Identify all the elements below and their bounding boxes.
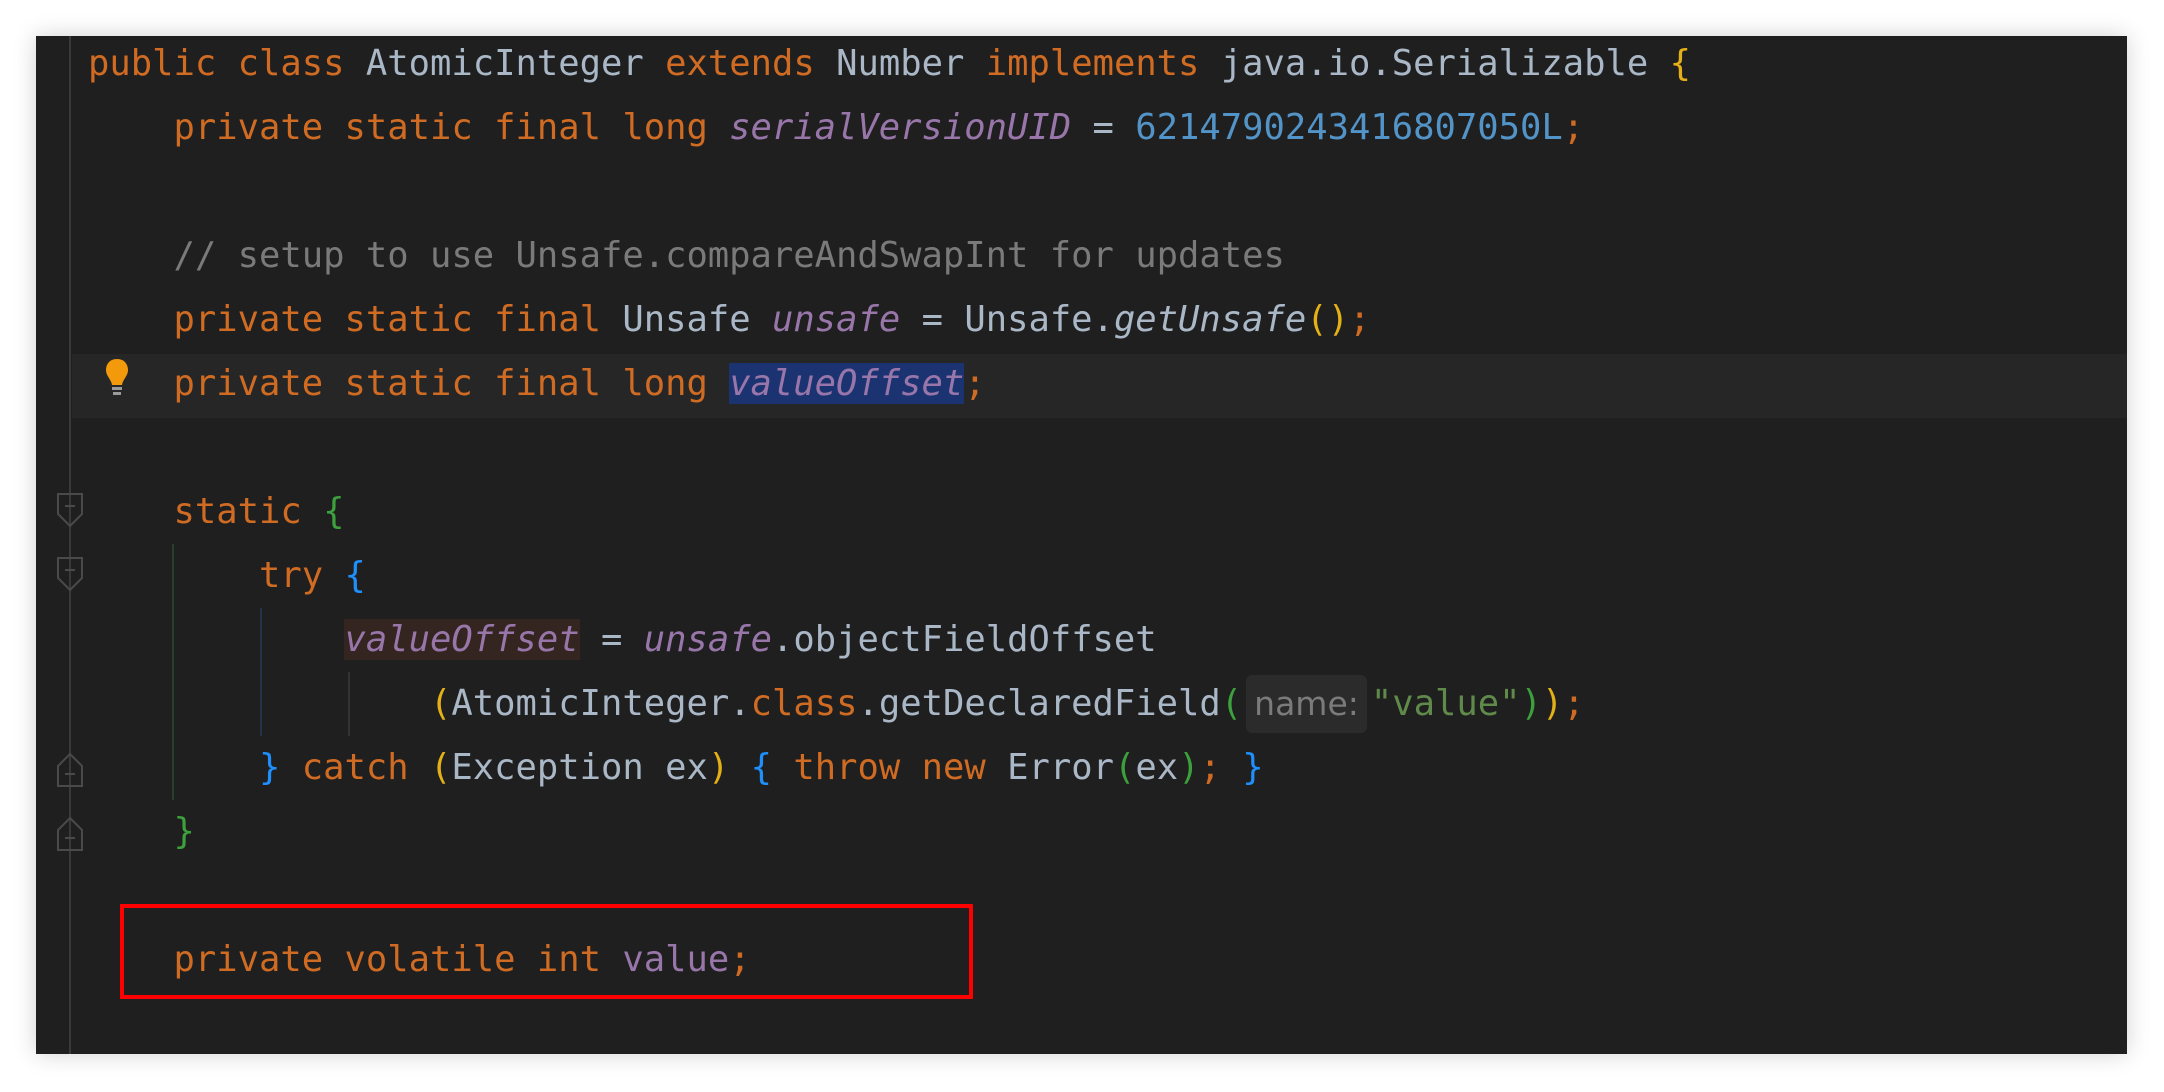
code-token: public class: [88, 43, 366, 84]
code-token: ;: [1349, 299, 1371, 340]
code-line-text: valueOffset = unsafe.objectFieldOffset: [88, 608, 1157, 672]
code-editor[interactable]: public class AtomicInteger extends Numbe…: [36, 36, 2127, 1054]
code-token: valueOffset: [729, 363, 965, 404]
code-line[interactable]: // setup to use Unsafe.compareAndSwapInt…: [36, 224, 2127, 288]
code-token: Error: [1007, 747, 1114, 788]
code-line-text: try {: [88, 544, 366, 608]
code-token: AtomicInteger.: [451, 683, 751, 724]
code-token: }: [258, 747, 281, 788]
code-token: class: [750, 683, 858, 724]
code-line[interactable]: }: [36, 800, 2127, 864]
code-token: ;: [964, 363, 986, 404]
code-token: {: [344, 555, 366, 596]
code-token: AtomicInteger: [365, 43, 666, 84]
code-line-text: private static final long valueOffset;: [88, 352, 986, 416]
code-token: static: [88, 491, 324, 532]
code-token: serialVersionUID: [729, 107, 1072, 148]
code-token: java.io.Serializable: [1220, 43, 1670, 84]
code-token: ): [1541, 683, 1564, 724]
code-token: (: [1113, 747, 1136, 788]
code-token: (: [429, 683, 452, 724]
code-token: }: [173, 811, 195, 852]
code-token: ;: [1563, 683, 1585, 724]
code-token: 6214790243416807050L: [1135, 107, 1563, 148]
code-token: ;: [1199, 747, 1243, 788]
code-token: private static final: [88, 299, 623, 340]
code-token: unsafe: [771, 299, 901, 340]
code-line-text: private static final Unsafe unsafe = Uns…: [88, 288, 1370, 352]
code-line[interactable]: [36, 416, 2127, 480]
code-token: private static final long: [88, 363, 730, 404]
code-token: .getDeclaredField: [857, 683, 1221, 724]
code-token: Unsafe: [622, 299, 772, 340]
code-token: try: [88, 555, 345, 596]
code-line[interactable]: valueOffset = unsafe.objectFieldOffset: [36, 608, 2127, 672]
code-token: Exception ex: [451, 747, 708, 788]
code-line-text: static {: [88, 480, 344, 544]
code-token: unsafe: [643, 619, 772, 660]
code-token: {: [323, 491, 345, 532]
code-token: extends: [665, 43, 837, 84]
code-line[interactable]: private static final long serialVersionU…: [36, 96, 2127, 160]
code-token: throw new: [771, 747, 1008, 788]
code-token: ;: [1562, 107, 1585, 148]
code-line[interactable]: (AtomicInteger.class.getDeclaredField(na…: [36, 672, 2127, 736]
code-line[interactable]: public class AtomicInteger extends Numbe…: [36, 32, 2127, 96]
code-token: getUnsafe: [1113, 299, 1307, 340]
code-token: {: [750, 747, 772, 788]
code-token: =: [1071, 107, 1136, 148]
code-token: implements: [985, 43, 1221, 84]
code-line[interactable]: private static final long valueOffset;: [36, 352, 2127, 416]
code-line-text: // setup to use Unsafe.compareAndSwapInt…: [88, 224, 1285, 288]
code-token: private static final long: [88, 107, 730, 148]
code-token: // setup to use Unsafe.compareAndSwapInt…: [88, 235, 1285, 276]
code-line-text: } catch (Exception ex) { throw new Error…: [88, 736, 1264, 800]
code-line[interactable]: private static final Unsafe unsafe = Uns…: [36, 288, 2127, 352]
code-token: catch: [280, 747, 430, 788]
code-line[interactable]: [36, 160, 2127, 224]
code-line[interactable]: static {: [36, 480, 2127, 544]
code-token: "value": [1370, 683, 1521, 724]
code-token: ): [1520, 683, 1542, 724]
code-token: ex: [1135, 747, 1179, 788]
code-token: }: [1242, 747, 1264, 788]
code-line-text: }: [88, 800, 195, 864]
code-token: (: [1220, 683, 1243, 724]
code-line-text: private static final long serialVersionU…: [88, 96, 1584, 160]
code-line-text: public class AtomicInteger extends Numbe…: [88, 32, 1691, 96]
code-token: = Unsafe.: [900, 299, 1114, 340]
code-token: (: [429, 747, 452, 788]
code-token: ): [707, 747, 730, 788]
code-token: {: [1669, 43, 1692, 84]
code-line[interactable]: try {: [36, 544, 2127, 608]
code-line-text: (AtomicInteger.class.getDeclaredField(na…: [88, 672, 1585, 736]
code-token: (): [1306, 299, 1350, 340]
code-token: =: [579, 619, 644, 660]
code-token: .objectFieldOffset: [771, 619, 1157, 660]
parameter-hint: name:: [1246, 675, 1367, 733]
annotation-highlight-box: [120, 904, 973, 999]
code-token: ): [1178, 747, 1200, 788]
code-token: Number: [836, 43, 986, 84]
code-token: valueOffset: [344, 619, 580, 660]
code-line[interactable]: } catch (Exception ex) { throw new Error…: [36, 736, 2127, 800]
